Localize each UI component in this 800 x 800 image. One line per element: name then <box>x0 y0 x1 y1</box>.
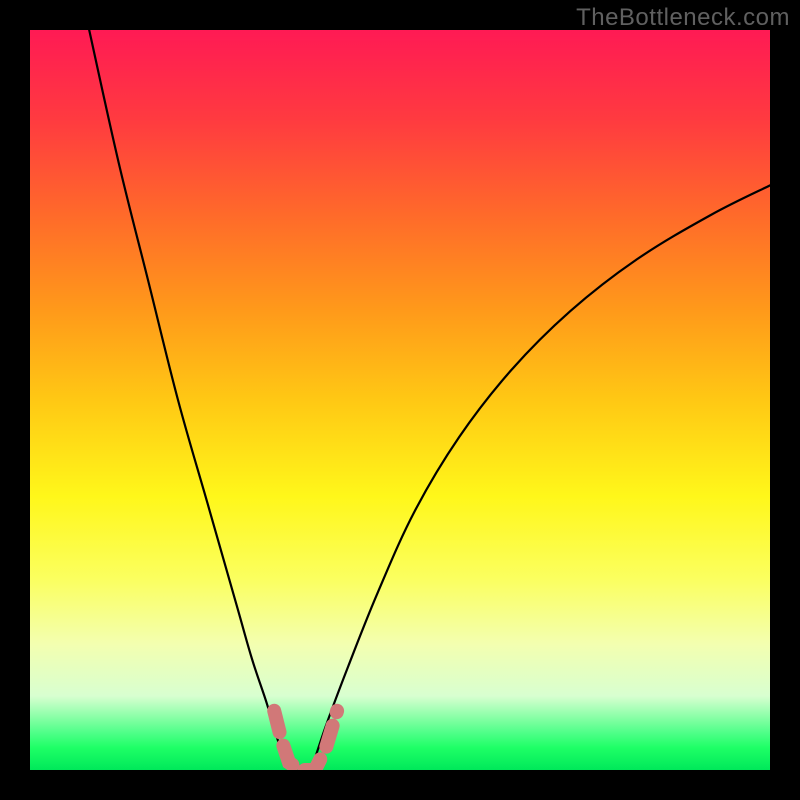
curve-right-branch <box>311 185 770 770</box>
curves-svg <box>30 30 770 770</box>
watermark-text: TheBottleneck.com <box>576 4 790 32</box>
plot-area <box>30 30 770 770</box>
chart-frame: TheBottleneck.com <box>0 0 800 800</box>
curve-left-branch <box>89 30 289 770</box>
